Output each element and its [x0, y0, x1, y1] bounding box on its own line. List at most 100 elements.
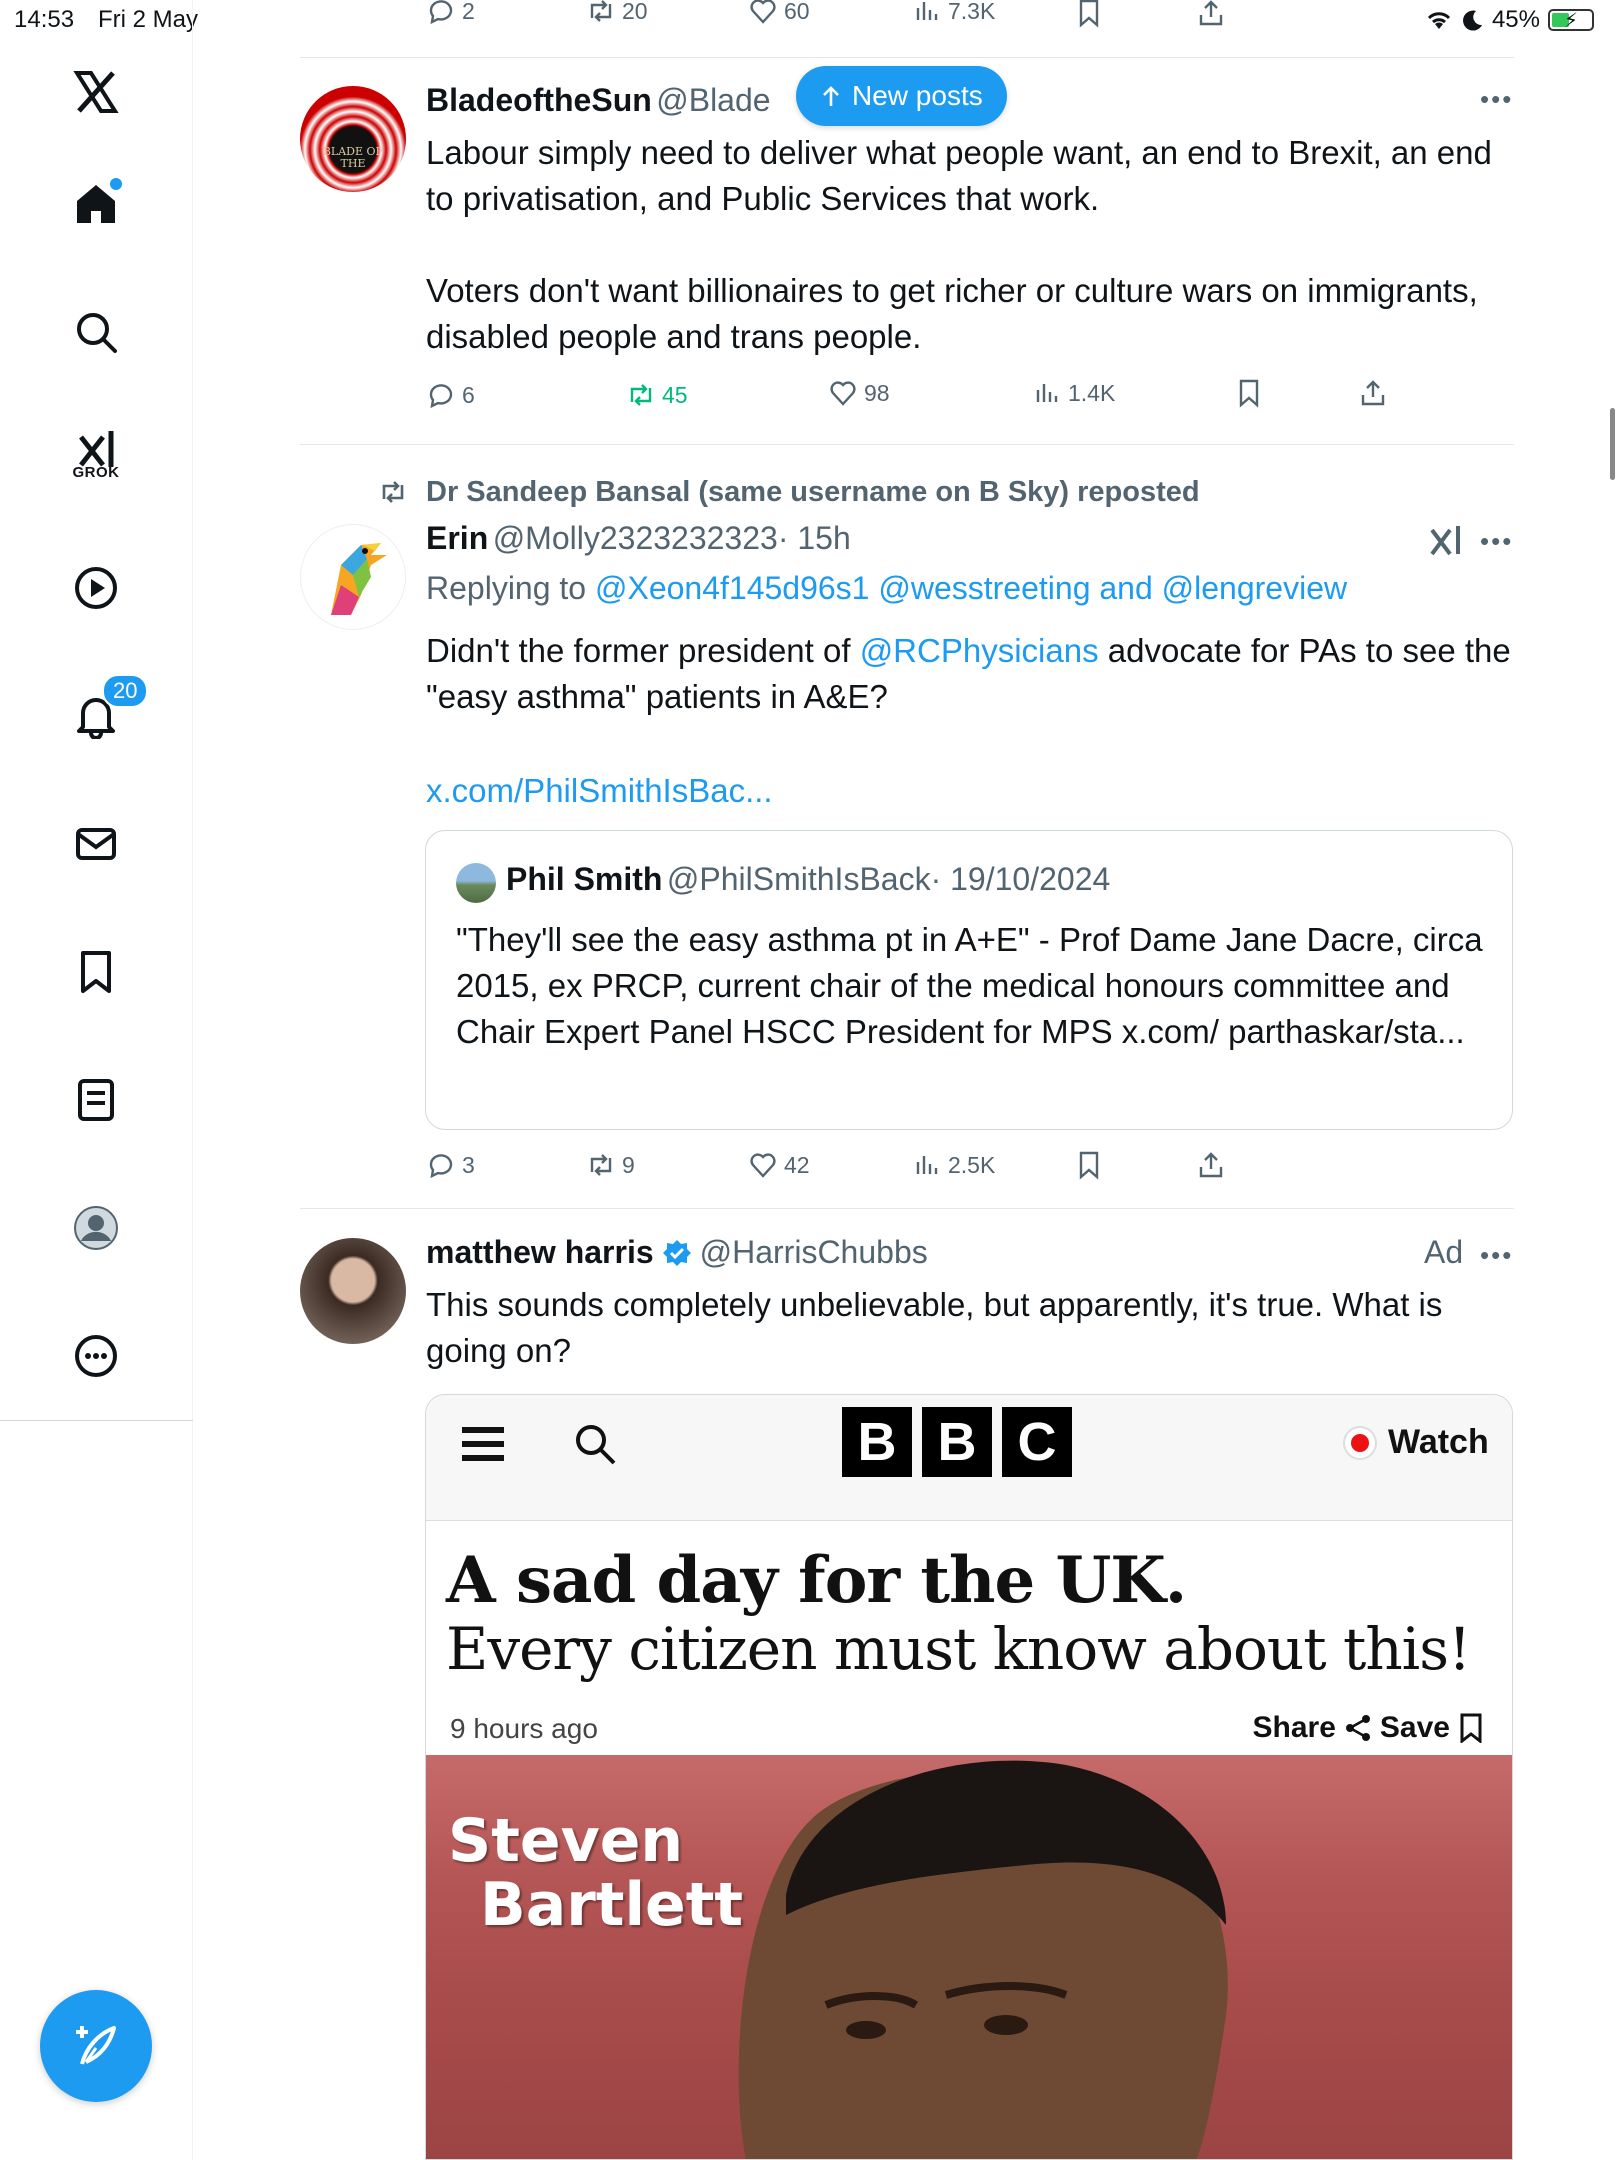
- ad-card[interactable]: B B C Watch A sad day for the UK. Every …: [425, 1394, 1513, 2160]
- like-action[interactable]: 60: [748, 0, 810, 26]
- avatar[interactable]: BLADE OF THE: [300, 86, 406, 192]
- reply-action[interactable]: 6: [426, 380, 475, 410]
- article-photo: Steven Bartlett: [426, 1755, 1512, 2159]
- messages-envelope-icon[interactable]: [66, 814, 126, 874]
- x-logo-icon[interactable]: [66, 62, 126, 122]
- quoted-tweet[interactable]: Phil Smith @PhilSmithIsBack· 19/10/2024 …: [425, 830, 1513, 1130]
- avatar[interactable]: [300, 524, 406, 630]
- share-icon[interactable]: [1196, 0, 1226, 28]
- repost-action[interactable]: 45: [626, 380, 688, 410]
- more-options-icon[interactable]: •••: [1480, 1240, 1513, 1271]
- home-icon[interactable]: [66, 174, 126, 234]
- username[interactable]: @Blade: [656, 82, 770, 118]
- headline-line-2: Every citizen must know about this!: [446, 1615, 1471, 1683]
- views-count: 2.5K: [948, 1151, 996, 1178]
- display-name[interactable]: Erin: [426, 520, 488, 556]
- feed-divider: [300, 1208, 1514, 1209]
- scrollbar-thumb[interactable]: [1610, 408, 1615, 480]
- tweet-text: This sounds completely unbelievable, but…: [426, 1286, 1452, 1369]
- repost-attribution[interactable]: Dr Sandeep Bansal (same username on B Sk…: [426, 476, 1200, 509]
- search-icon[interactable]: [66, 302, 126, 362]
- wifi-icon: [1427, 12, 1451, 29]
- repost-action[interactable]: 9: [586, 1150, 635, 1180]
- reply-count: 2: [462, 0, 475, 24]
- notifications-bell-icon[interactable]: 20: [66, 674, 149, 746]
- reply-action[interactable]: 3: [426, 1150, 475, 1180]
- share-nodes-icon: [1345, 1715, 1370, 1741]
- username[interactable]: @Molly2323232323: [493, 520, 778, 556]
- share-label: Share: [1252, 1711, 1336, 1744]
- tweet-header: matthew harris @HarrisChubbs: [426, 1234, 928, 1271]
- replying-to: Replying to @Xeon4f145d96s1 @wesstreetin…: [426, 570, 1347, 607]
- display-name[interactable]: BladeoftheSun: [426, 82, 652, 118]
- new-posts-label: New posts: [852, 80, 983, 111]
- ad-label: Ad: [1424, 1234, 1464, 1270]
- heart-icon: [750, 1153, 776, 1178]
- video-play-icon[interactable]: [66, 558, 126, 618]
- grok-label: GROK: [72, 464, 120, 481]
- save-label: Save: [1379, 1711, 1450, 1744]
- tweet-header: BladeoftheSun @Blade: [426, 82, 771, 119]
- views-action[interactable]: 1.4K: [1032, 378, 1115, 408]
- new-posts-button[interactable]: New posts: [796, 66, 1007, 126]
- feed-divider: [300, 444, 1514, 445]
- lists-icon[interactable]: [66, 1070, 126, 1130]
- quote-date: · 19/10/2024: [930, 861, 1111, 897]
- replying-to-label: Replying to: [426, 570, 587, 606]
- reply-action[interactable]: 2: [426, 0, 475, 26]
- grok-explain-icon[interactable]: [1428, 524, 1464, 558]
- more-options-icon[interactable]: •••: [1480, 84, 1513, 115]
- quote-avatar[interactable]: [456, 863, 496, 903]
- sidebar: GROK 20: [0, 0, 193, 2160]
- heart-icon: [830, 381, 856, 406]
- share-icon[interactable]: [1358, 378, 1388, 408]
- battery-icon: ⚡: [1548, 9, 1594, 32]
- username[interactable]: @HarrisChubbs: [700, 1234, 928, 1271]
- mention-link[interactable]: @RCPhysicians: [860, 632, 1099, 669]
- avatar[interactable]: [300, 1238, 406, 1344]
- photo-caption-line-2: Bartlett: [480, 1870, 744, 1940]
- more-options-icon[interactable]: [66, 1326, 126, 1386]
- sidebar-divider: [0, 1420, 193, 1421]
- tweet-text: Labour simply need to deliver what peopl…: [426, 134, 1492, 355]
- bookmark-icon[interactable]: [1234, 378, 1264, 408]
- share-icon[interactable]: [1196, 1150, 1226, 1180]
- tweet-header: Erin @Molly2323232323· 15h: [426, 520, 851, 557]
- views-chart-icon: [916, 2, 938, 20]
- replying-to-users[interactable]: @Xeon4f145d96s1 @wesstreeting and @lengr…: [595, 570, 1347, 606]
- like-count: 42: [784, 1151, 810, 1178]
- bookmarks-icon[interactable]: [66, 942, 126, 1002]
- bookmark-icon[interactable]: [1074, 0, 1104, 28]
- article-time: 9 hours ago: [450, 1713, 598, 1744]
- status-indicators: 45% ⚡: [1424, 6, 1594, 34]
- photo-caption-line-1: Steven: [448, 1806, 684, 1876]
- repost-icon: [630, 384, 652, 406]
- display-name[interactable]: matthew harris: [426, 1234, 654, 1271]
- hamburger-menu-icon: [462, 1427, 504, 1461]
- like-action[interactable]: 98: [828, 378, 890, 408]
- bookmark-icon[interactable]: [1074, 1150, 1104, 1180]
- tweet-url-link[interactable]: x.com/PhilSmithIsBac...: [426, 768, 773, 814]
- more-options-icon[interactable]: •••: [1480, 526, 1513, 557]
- feed-divider: [300, 57, 1514, 58]
- views-count: 1.4K: [1068, 379, 1116, 406]
- quote-header: Phil Smith @PhilSmithIsBack· 19/10/2024: [506, 861, 1110, 898]
- views-chart-icon: [1036, 384, 1058, 402]
- compose-post-button[interactable]: [40, 1990, 152, 2102]
- logo-letter: B: [842, 1407, 912, 1477]
- reply-icon: [429, 1154, 453, 1179]
- search-icon: [576, 1425, 616, 1465]
- repost-count: 20: [622, 0, 648, 24]
- repost-icon: [590, 0, 612, 22]
- repost-action[interactable]: 20: [586, 0, 648, 26]
- grok-icon[interactable]: GROK: [66, 420, 126, 481]
- views-action[interactable]: 2.5K: [912, 1150, 995, 1180]
- like-action[interactable]: 42: [748, 1150, 810, 1180]
- quote-display-name[interactable]: Phil Smith: [506, 861, 662, 897]
- quote-text: "They'll see the easy asthma pt in A+E" …: [456, 921, 1492, 1050]
- timestamp[interactable]: · 15h: [778, 520, 851, 556]
- profile-avatar-icon[interactable]: [66, 1198, 126, 1258]
- views-action[interactable]: 7.3K: [912, 0, 995, 26]
- like-count: 60: [784, 0, 810, 24]
- quote-username[interactable]: @PhilSmithIsBack: [667, 861, 931, 897]
